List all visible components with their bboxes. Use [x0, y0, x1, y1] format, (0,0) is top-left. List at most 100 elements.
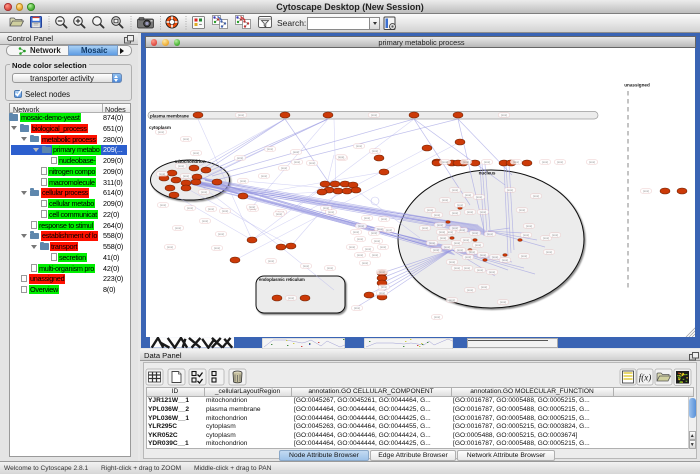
svg-text:(xxx): (xxx)	[365, 247, 371, 251]
svg-text:(xxx): (xxx)	[463, 160, 469, 164]
svg-text:(xxx): (xxx)	[526, 224, 532, 228]
svg-text:(xxx): (xxx)	[457, 203, 463, 207]
svg-text:(xxx): (xxx)	[338, 155, 344, 159]
svg-text:(xxx): (xxx)	[500, 300, 506, 304]
svg-text:f(x): f(x)	[639, 373, 652, 383]
svg-text:(xxx): (xxx)	[546, 250, 552, 254]
svg-text:(xxx): (xxx)	[364, 216, 370, 220]
svg-text:(xxx): (xxx)	[358, 224, 364, 228]
svg-text:(xxx): (xxx)	[521, 254, 527, 258]
svg-text:(xxx): (xxx)	[475, 243, 481, 247]
svg-text:(xxx): (xxx)	[477, 268, 483, 272]
svg-text:(xxx): (xxx)	[183, 174, 189, 178]
svg-text:(xxx): (xxx)	[193, 151, 199, 155]
svg-text:(xxx): (xxx)	[357, 253, 363, 257]
svg-text:(xxx): (xxx)	[183, 137, 189, 141]
svg-text:(xxx): (xxx)	[362, 261, 368, 265]
svg-text:(xxx): (xxx)	[452, 211, 458, 215]
svg-text:(xxx): (xxx)	[465, 193, 471, 197]
svg-text:nucleus: nucleus	[479, 171, 496, 176]
svg-text:mitochondrion: mitochondrion	[175, 159, 206, 164]
svg-text:(xxx): (xxx)	[175, 226, 181, 230]
svg-text:(xxx): (xxx)	[465, 255, 471, 259]
svg-text:(xxx): (xxx)	[467, 210, 473, 214]
svg-text:(xxx): (xxx)	[487, 232, 493, 236]
svg-text:(xxx): (xxx)	[552, 233, 558, 237]
svg-text:(xxx): (xxx)	[440, 236, 446, 240]
svg-text:plasma membrane: plasma membrane	[150, 114, 189, 119]
svg-text:(xxx): (xxx)	[261, 174, 267, 178]
svg-text:(xxx): (xxx)	[519, 208, 525, 212]
svg-text:(xxx): (xxx)	[349, 245, 355, 249]
svg-text:(xxx): (xxx)	[533, 194, 539, 198]
svg-text:(xxx): (xxx)	[429, 241, 435, 245]
svg-text:(xxx): (xxx)	[434, 213, 440, 217]
svg-text:(xxx): (xxx)	[439, 230, 445, 234]
svg-text:(xxx): (xxx)	[469, 250, 475, 254]
svg-text:(xxx): (xxx)	[208, 207, 214, 211]
svg-text:(xxx): (xxx)	[422, 226, 428, 230]
svg-text:(xxx): (xxx)	[523, 233, 529, 237]
svg-text:(xxx): (xxx)	[377, 227, 383, 231]
svg-text:(xxx): (xxx)	[434, 315, 440, 319]
svg-text:(xxx): (xxx)	[276, 212, 282, 216]
svg-text:unassigned: unassigned	[624, 83, 650, 88]
svg-text:(xxx): (xxx)	[472, 231, 478, 235]
svg-text:(xxx): (xxx)	[476, 195, 482, 199]
svg-text:(xxx): (xxx)	[158, 130, 164, 134]
svg-text:(xxx): (xxx)	[293, 150, 299, 154]
svg-text:(xxx): (xxx)	[427, 208, 433, 212]
svg-text:(xxx): (xxx)	[187, 206, 193, 210]
svg-text:(xxx): (xxx)	[467, 288, 473, 292]
svg-text:(xxx): (xxx)	[218, 232, 224, 236]
svg-text:(xxx): (xxx)	[381, 217, 387, 221]
svg-text:(xxx): (xxx)	[557, 160, 563, 164]
svg-text:(xxx): (xxx)	[309, 161, 315, 165]
svg-text:(xxx): (xxx)	[542, 160, 548, 164]
svg-text:(xxx): (xxx)	[452, 226, 458, 230]
svg-text:(xxx): (xxx)	[167, 245, 173, 249]
svg-text:(xxx): (xxx)	[294, 160, 300, 164]
svg-text:(xxx): (xxx)	[356, 144, 362, 148]
svg-text:(xxx): (xxx)	[442, 198, 448, 202]
svg-text:(xxx): (xxx)	[463, 238, 469, 242]
svg-text:(xxx): (xxx)	[442, 160, 448, 164]
svg-text:(xxx): (xxx)	[501, 113, 507, 117]
svg-text:(xxx): (xxx)	[380, 245, 386, 249]
svg-text:(xxx): (xxx)	[159, 172, 165, 176]
svg-text:(xxx): (xxx)	[357, 237, 363, 241]
svg-text:(xxx): (xxx)	[386, 228, 392, 232]
svg-text:(xxx): (xxx)	[489, 270, 495, 274]
svg-text:(xxx): (xxx)	[374, 239, 380, 243]
svg-text:(xxx): (xxx)	[372, 253, 378, 257]
svg-text:(xxx): (xxx)	[481, 285, 487, 289]
svg-text:(xxx): (xxx)	[371, 113, 377, 117]
svg-text:(xxx): (xxx)	[437, 223, 443, 227]
svg-text:(xxx): (xxx)	[502, 258, 508, 262]
svg-text:(xxx): (xxx)	[444, 245, 450, 249]
svg-text:(xxx): (xxx)	[480, 253, 486, 257]
svg-text:(xxx): (xxx)	[379, 270, 385, 274]
svg-text:(xxx): (xxx)	[457, 248, 463, 252]
svg-text:endoplasmic reticulum: endoplasmic reticulum	[259, 277, 305, 282]
svg-text:cytoplasm: cytoplasm	[149, 125, 171, 130]
svg-text:(xxx): (xxx)	[249, 205, 255, 209]
svg-text:(xxx): (xxx)	[454, 241, 460, 245]
svg-text:(xxx): (xxx)	[589, 160, 595, 164]
svg-text:(xxx): (xxx)	[372, 149, 378, 153]
svg-text:(xxx): (xxx)	[643, 189, 649, 193]
svg-text:(xxx): (xxx)	[513, 160, 519, 164]
svg-text:(xxx): (xxx)	[238, 113, 244, 117]
svg-text:(xxx): (xxx)	[201, 190, 207, 194]
svg-text:(xxx): (xxx)	[464, 266, 470, 270]
svg-text:(xxx): (xxx)	[237, 156, 243, 160]
svg-text:(xxx): (xxx)	[433, 248, 439, 252]
svg-text:(xxx): (xxx)	[328, 210, 334, 214]
svg-text:(xxx): (xxx)	[240, 179, 246, 183]
svg-text:(xxx): (xxx)	[379, 291, 385, 295]
svg-text:(xxx): (xxx)	[507, 188, 513, 192]
svg-text:(xxx): (xxx)	[354, 306, 360, 310]
svg-text:(xxx): (xxx)	[160, 203, 166, 207]
svg-text:(xxx): (xxx)	[202, 219, 208, 223]
svg-text:(xxx): (xxx)	[288, 296, 294, 300]
